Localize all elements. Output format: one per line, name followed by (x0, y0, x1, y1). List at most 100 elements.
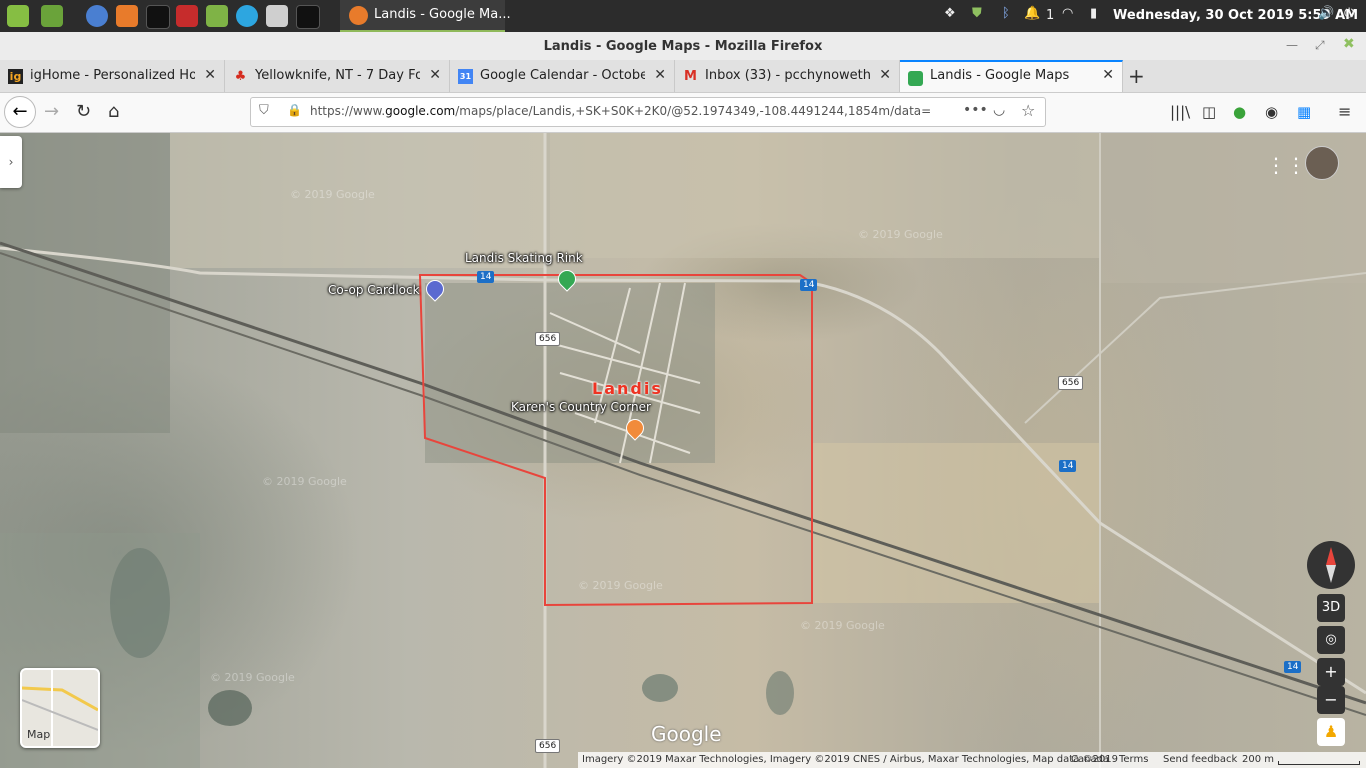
close-window-icon[interactable]: ✖ (1343, 36, 1355, 52)
zoom-out-button[interactable]: − (1317, 686, 1345, 714)
tab-ighome[interactable]: ig igHome - Personalized Home ✕ (0, 60, 225, 92)
navigation-bar: ← → ↻ ⌂ ⛉ 🔒 https://www.google.com/maps/… (0, 93, 1366, 133)
url-domain: google.com (385, 104, 456, 118)
co-op-cardlock-label[interactable]: Co-op Cardlock (328, 283, 420, 297)
account-icon[interactable]: ◉ (1265, 103, 1278, 121)
close-tab-icon[interactable]: ✕ (204, 67, 216, 83)
scale-bar[interactable] (1278, 761, 1360, 765)
highway-656-shield: 656 (1058, 376, 1084, 390)
taskbar-firefox-window[interactable]: Landis - Google Ma... (340, 0, 511, 32)
lock-icon[interactable]: 🔒 (287, 103, 302, 117)
tab-google-maps[interactable]: Landis - Google Maps ✕ (900, 60, 1123, 92)
account-avatar[interactable] (1305, 146, 1339, 180)
url-prefix: https://www. (310, 104, 386, 118)
landis-skating-rink-label[interactable]: Landis Skating Rink (465, 251, 583, 265)
forward-button[interactable]: → (44, 101, 59, 122)
app-red-icon[interactable] (176, 5, 198, 27)
watermark: © 2019 Google (858, 228, 943, 241)
wifi-icon[interactable]: ◠ (1062, 6, 1073, 21)
window-titlebar: Landis - Google Maps - Mozilla Firefox —… (0, 32, 1366, 60)
close-tab-icon[interactable]: ✕ (1102, 67, 1114, 83)
new-tab-button[interactable]: + (1128, 64, 1145, 88)
close-tab-icon[interactable]: ✕ (654, 67, 666, 83)
containers-icon[interactable]: ▦ (1297, 103, 1311, 121)
watermark: © 2019 Google (290, 188, 375, 201)
maple-leaf-icon: ♣ (234, 69, 247, 84)
map-view[interactable]: © 2019 Google © 2019 Google © 2019 Googl… (0, 133, 1366, 768)
firefox-launcher-icon[interactable] (116, 5, 138, 27)
highway-14-shield: 14 (1059, 460, 1077, 472)
zoom-in-button[interactable]: + (1317, 658, 1345, 686)
highway-656-shield: 656 (535, 739, 561, 753)
tab-label: Google Calendar - October 20 (480, 68, 645, 83)
country-link[interactable]: Canada (1071, 754, 1109, 765)
send-feedback-link[interactable]: Send feedback (1163, 754, 1237, 765)
watermark: © 2019 Google (262, 475, 347, 488)
reload-button[interactable]: ↻ (76, 101, 91, 122)
highway-14-shield: 14 (477, 271, 495, 283)
chat-extension-icon[interactable]: ● (1233, 103, 1246, 121)
mint-menu-icon[interactable] (7, 5, 29, 27)
minimize-icon[interactable]: — (1286, 38, 1298, 52)
back-button[interactable]: ← (4, 96, 36, 128)
town-name-label[interactable]: Landis (592, 379, 663, 398)
google-maps-favicon-icon (908, 71, 923, 86)
url-bar[interactable]: ⛉ 🔒 https://www.google.com/maps/place/La… (250, 97, 1046, 127)
volume-icon[interactable]: 🔊 (1318, 6, 1334, 21)
map-type-label: Map (27, 728, 51, 741)
files-icon[interactable] (206, 5, 228, 27)
terminal2-icon[interactable] (296, 5, 320, 29)
tab-bar: ig igHome - Personalized Home ✕ ♣ Yellow… (0, 60, 1366, 93)
page-actions-icon[interactable]: ••• (963, 102, 988, 118)
url-text: https://www.google.com/maps/place/Landis… (310, 104, 930, 118)
terminal-icon[interactable] (146, 5, 170, 29)
skype-icon[interactable] (236, 5, 258, 27)
tab-inbox[interactable]: M Inbox (33) - pcchynoweth@gn ✕ (675, 60, 900, 92)
google-logo: Google (651, 722, 722, 746)
gmail-favicon-icon: M (684, 69, 697, 84)
close-tab-icon[interactable]: ✕ (879, 67, 891, 83)
desktop-panel: Landis - Google Ma... ❖ ⛊ ᛒ 🔔 1 ◠ ▮ Wedn… (0, 0, 1366, 32)
street-view-pegman-icon[interactable]: ♟ (1317, 718, 1345, 746)
tab-label: Landis - Google Maps (930, 68, 1070, 83)
library-icon[interactable]: |||\ (1170, 103, 1190, 121)
tab-label: Inbox (33) - pcchynoweth@gn (705, 68, 870, 83)
close-tab-icon[interactable]: ✕ (429, 67, 441, 83)
expand-side-panel-button[interactable]: › (0, 136, 22, 188)
map-imagery (0, 133, 1366, 768)
tracking-shield-icon[interactable]: ⛉ (259, 103, 269, 118)
window-title: Landis - Google Maps - Mozilla Firefox (543, 39, 823, 54)
pocket-icon[interactable]: ◡ (993, 102, 1005, 118)
home-button[interactable]: ⌂ (108, 101, 119, 122)
firefox-icon (349, 6, 368, 25)
show-desktop-icon[interactable] (41, 5, 63, 27)
chromium-icon[interactable] (86, 5, 108, 27)
notification-count: 1 (1046, 8, 1055, 23)
compass-needle-icon (1326, 547, 1336, 583)
tab-yellowknife[interactable]: ♣ Yellowknife, NT - 7 Day Foreca ✕ (225, 60, 450, 92)
map-type-toggle[interactable]: Map (20, 668, 100, 748)
bluetooth-icon[interactable]: ᛒ (1002, 6, 1010, 21)
hamburger-menu-icon[interactable]: ≡ (1338, 102, 1351, 121)
url-path: /maps/place/Landis,+SK+S0K+2K0/@52.19743… (455, 104, 930, 118)
terms-link[interactable]: Terms (1119, 754, 1148, 765)
watermark: © 2019 Google (578, 579, 663, 592)
bookmark-star-icon[interactable]: ☆ (1021, 101, 1035, 120)
my-location-button[interactable]: ◎ (1317, 626, 1345, 654)
3d-button[interactable]: 3D (1317, 594, 1345, 622)
power-icon[interactable]: ⏻ (1344, 6, 1354, 21)
compass-control[interactable] (1307, 541, 1355, 589)
highway-14-shield: 14 (1284, 661, 1302, 673)
highway-14-shield: 14 (800, 279, 818, 291)
dropbox-icon[interactable]: ❖ (944, 6, 956, 21)
tab-calendar[interactable]: 31 Google Calendar - October 20 ✕ (450, 60, 675, 92)
karens-country-corner-label[interactable]: Karen's Country Corner (511, 400, 651, 414)
scale-label[interactable]: 200 m (1242, 754, 1274, 765)
maximize-icon[interactable]: ⤢ (1315, 38, 1325, 53)
calendar-favicon-icon: 31 (458, 69, 473, 84)
sidebar-icon[interactable]: ◫ (1202, 103, 1216, 121)
battery-icon[interactable]: ▮ (1090, 6, 1097, 21)
shield-icon[interactable]: ⛊ (972, 6, 982, 21)
mouse-icon[interactable] (266, 5, 288, 27)
notifications-icon[interactable]: 🔔 (1024, 6, 1040, 21)
